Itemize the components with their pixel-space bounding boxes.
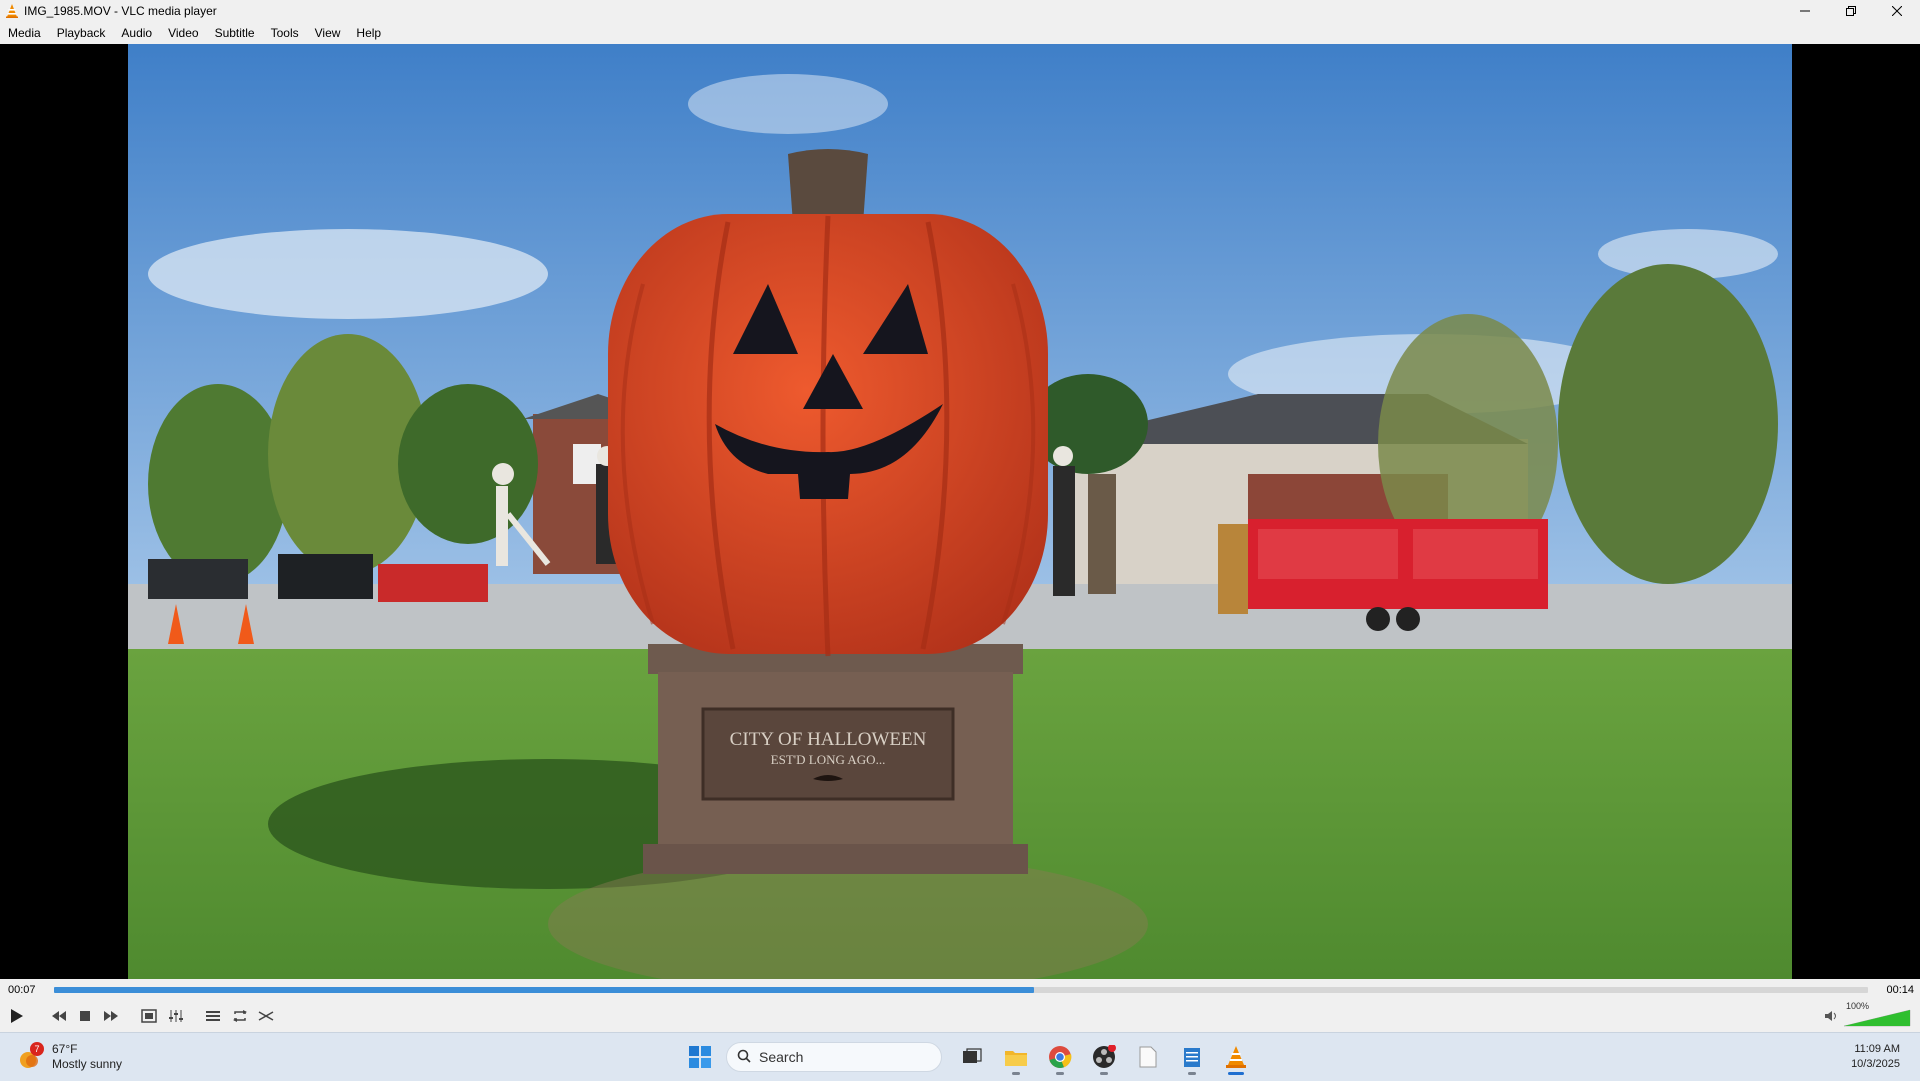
minimize-button[interactable] bbox=[1782, 0, 1828, 22]
time-elapsed: 00:07 bbox=[8, 984, 36, 996]
blank-document-icon[interactable] bbox=[1130, 1039, 1166, 1075]
stone-pedestal: CITY OF HALLOWEEN EST'D LONG AGO... bbox=[643, 644, 1028, 874]
vlc-cone-icon bbox=[4, 3, 20, 19]
stop-button[interactable] bbox=[74, 1005, 96, 1027]
file-explorer-icon[interactable] bbox=[998, 1039, 1034, 1075]
red-pickup bbox=[378, 564, 488, 602]
menu-media[interactable]: Media bbox=[0, 22, 49, 44]
next-button[interactable] bbox=[100, 1005, 122, 1027]
previous-button[interactable] bbox=[48, 1005, 70, 1027]
restore-button[interactable] bbox=[1828, 0, 1874, 22]
taskbar-search-box[interactable]: Search bbox=[726, 1042, 942, 1072]
seek-bar[interactable] bbox=[54, 987, 1868, 993]
search-placeholder: Search bbox=[759, 1049, 804, 1065]
chrome-icon[interactable] bbox=[1042, 1039, 1078, 1075]
menu-video[interactable]: Video bbox=[160, 22, 206, 44]
fullscreen-button[interactable] bbox=[138, 1005, 160, 1027]
menu-audio[interactable]: Audio bbox=[113, 22, 160, 44]
control-buttons bbox=[0, 1001, 1920, 1031]
weather-sun-icon: 7 bbox=[18, 1042, 44, 1070]
extended-settings-button[interactable] bbox=[165, 1005, 187, 1027]
obs-icon[interactable] bbox=[1086, 1039, 1122, 1075]
plaque-line2: EST'D LONG AGO... bbox=[771, 752, 886, 767]
weather-badge: 7 bbox=[30, 1042, 44, 1056]
clock-time: 11:09 AM bbox=[1854, 1043, 1900, 1055]
seek-bar-fill bbox=[54, 987, 1034, 993]
task-view-icon[interactable] bbox=[954, 1039, 990, 1075]
weather-widget[interactable]: 7 67°F Mostly sunny bbox=[18, 1041, 122, 1073]
taskbar: 7 67°F Mostly sunny Search 11:09 AM 10/3… bbox=[0, 1032, 1920, 1081]
volume-slider[interactable] bbox=[1844, 1009, 1912, 1027]
menu-help[interactable]: Help bbox=[348, 22, 389, 44]
loop-button[interactable] bbox=[229, 1005, 251, 1027]
shuffle-button[interactable] bbox=[255, 1005, 277, 1027]
speaker-icon[interactable] bbox=[1824, 1009, 1838, 1027]
search-icon bbox=[737, 1049, 751, 1066]
plaque-line1: CITY OF HALLOWEEN bbox=[730, 729, 927, 750]
clock-date: 10/3/2025 bbox=[1851, 1058, 1900, 1070]
close-button[interactable] bbox=[1874, 0, 1920, 22]
menu-view[interactable]: View bbox=[307, 22, 349, 44]
menu-playback[interactable]: Playback bbox=[49, 22, 114, 44]
system-clock[interactable]: 11:09 AM 10/3/2025 bbox=[1851, 1042, 1900, 1072]
video-frame[interactable]: CITY OF HALLOWEEN EST'D LONG AGO... bbox=[128, 44, 1792, 979]
notepad-icon[interactable] bbox=[1174, 1039, 1210, 1075]
volume-control[interactable]: 100% bbox=[1824, 1001, 1914, 1027]
player-controls: 00:07 00:14 100% bbox=[0, 979, 1920, 1032]
start-button[interactable] bbox=[682, 1039, 718, 1075]
weather-temp: 67°F bbox=[52, 1042, 78, 1056]
play-button[interactable] bbox=[6, 1005, 28, 1027]
menu-bar: Media Playback Audio Video Subtitle Tool… bbox=[0, 22, 1920, 44]
window-title: IMG_1985.MOV - VLC media player bbox=[24, 4, 217, 18]
playlist-button[interactable] bbox=[202, 1005, 224, 1027]
vlc-taskbar-icon[interactable] bbox=[1218, 1039, 1254, 1075]
menu-tools[interactable]: Tools bbox=[263, 22, 307, 44]
weather-desc: Mostly sunny bbox=[52, 1057, 123, 1071]
title-bar: IMG_1985.MOV - VLC media player bbox=[0, 0, 1920, 22]
time-total[interactable]: 00:14 bbox=[1886, 984, 1914, 996]
menu-subtitle[interactable]: Subtitle bbox=[207, 22, 263, 44]
video-area[interactable]: CITY OF HALLOWEEN EST'D LONG AGO... bbox=[0, 44, 1920, 979]
